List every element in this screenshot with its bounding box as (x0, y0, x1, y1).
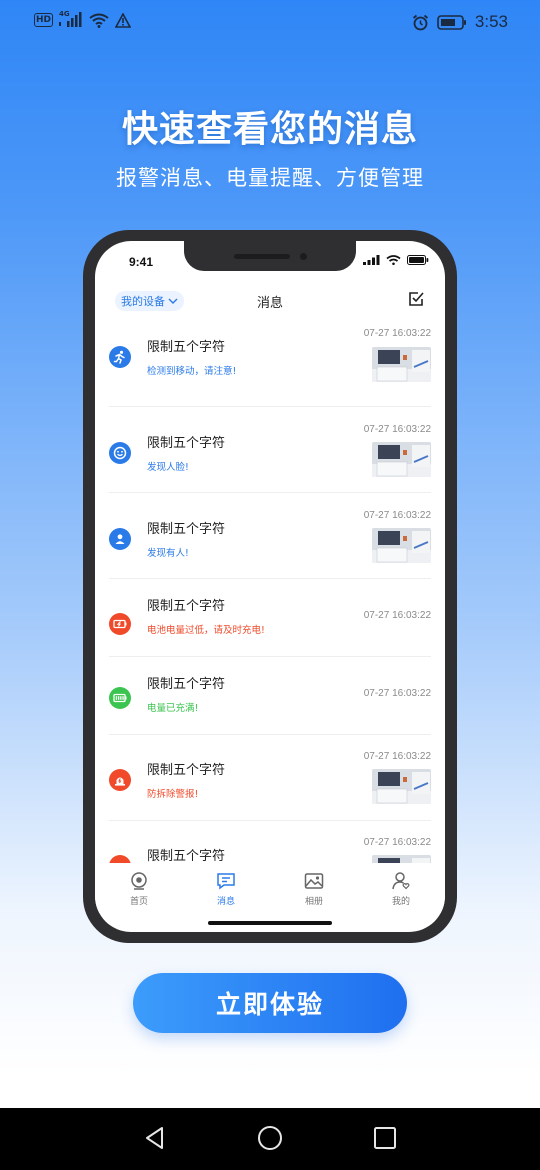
phone-mockup: 9:41 我的设备 消息 限制五个字符 检测到移动，请注意! 07-27 16: (83, 230, 457, 943)
status-bar: HD 4G 3:53 (0, 0, 540, 46)
message-thumbnail[interactable] (372, 855, 431, 863)
person-icon (109, 528, 131, 550)
home-circle-icon[interactable] (257, 1125, 283, 1151)
tab-profile[interactable]: 我的 (371, 871, 431, 907)
wifi-icon (386, 255, 401, 265)
message-item[interactable]: 限制五个字符 07-27 16:03:22 (109, 821, 431, 863)
message-desc: 检测到移动，请注意! (147, 366, 237, 377)
message-title: 限制五个字符 (147, 849, 226, 863)
page-title: 消息 (256, 296, 283, 311)
system-nav-bar (0, 1108, 540, 1170)
message-time: 07-27 16:03:22 (363, 424, 431, 435)
wifi-icon (89, 13, 109, 28)
tamper-alarm-icon (109, 855, 131, 863)
message-thumbnail[interactable] (372, 442, 431, 477)
message-item[interactable]: 限制五个字符 防拆除警报! 07-27 16:03:22 (109, 735, 431, 821)
headline: 快速查看您的消息 (121, 109, 418, 150)
message-thumbnail[interactable] (372, 347, 431, 382)
message-title: 限制五个字符 (147, 763, 226, 778)
message-desc: 防拆除警报! (147, 789, 199, 800)
message-item[interactable]: 限制五个字符 发现有人! 07-27 16:03:22 (109, 493, 431, 579)
battery-icon (437, 14, 466, 30)
alarm-clock-icon (412, 14, 428, 30)
mock-status-icons (363, 255, 429, 265)
message-title: 限制五个字符 (147, 677, 226, 692)
tab-bar: 首页 消息 相册 我的 (95, 863, 445, 913)
cellular-signal-icon: 4G (59, 10, 83, 28)
tab-home[interactable]: 首页 (109, 871, 169, 907)
message-thumbnail[interactable] (372, 769, 431, 804)
phone-notch (184, 241, 356, 271)
message-time: 07-27 16:03:22 (363, 610, 431, 621)
warning-icon (115, 12, 132, 28)
mock-status-time: 9:41 (129, 255, 154, 269)
app-header: 我的设备 消息 (95, 287, 445, 319)
message-title: 限制五个字符 (147, 522, 226, 537)
hd-icon: HD (34, 13, 54, 27)
face-icon (109, 442, 131, 464)
message-time: 07-27 16:03:22 (363, 751, 431, 762)
tamper-alarm-icon (109, 769, 131, 791)
profile-icon (392, 872, 410, 890)
phone-screen: 9:41 我的设备 消息 限制五个字符 检测到移动，请注意! 07-27 16: (95, 241, 445, 932)
album-icon (304, 873, 324, 889)
message-item[interactable]: 限制五个字符 检测到移动，请注意! 07-27 16:03:22 (109, 321, 431, 407)
message-time: 07-27 16:03:22 (363, 328, 431, 339)
message-list: 限制五个字符 检测到移动，请注意! 07-27 16:03:22 限制五个字符 … (95, 321, 445, 863)
message-item[interactable]: 限制五个字符 电池电量过低，请及时充电! 07-27 16:03:22 (109, 579, 431, 657)
message-item[interactable]: 限制五个字符 电量已充满! 07-27 16:03:22 (109, 657, 431, 735)
message-desc: 电量已充满! (147, 703, 199, 714)
battery-icon (407, 255, 429, 265)
message-title: 限制五个字符 (147, 340, 226, 355)
recents-icon[interactable] (372, 1125, 398, 1151)
clock: 3:53 (474, 12, 508, 31)
home-icon (131, 872, 147, 890)
edit-check-icon[interactable] (407, 290, 425, 308)
message-icon (217, 873, 235, 890)
message-time: 07-27 16:03:22 (363, 510, 431, 521)
message-title: 限制五个字符 (147, 436, 226, 451)
battery-low-icon (109, 613, 131, 635)
message-title: 限制五个字符 (147, 599, 226, 614)
message-desc: 电池电量过低，请及时充电! (147, 625, 265, 636)
tab-messages[interactable]: 消息 (196, 871, 256, 907)
subheadline: 报警消息、电量提醒、方便管理 (116, 166, 424, 190)
motion-icon (109, 346, 131, 368)
message-desc: 发现人脸! (147, 462, 189, 473)
message-thumbnail[interactable] (372, 528, 431, 563)
tab-album[interactable]: 相册 (284, 871, 344, 907)
home-indicator (208, 921, 332, 925)
message-time: 07-27 16:03:22 (363, 688, 431, 699)
back-icon[interactable] (142, 1125, 168, 1151)
try-now-button[interactable]: 立即体验 (133, 973, 407, 1033)
battery-full-icon (109, 687, 131, 709)
message-item[interactable]: 限制五个字符 发现人脸! 07-27 16:03:22 (109, 407, 431, 493)
message-time: 07-27 16:03:22 (363, 837, 431, 848)
signal-icon (363, 255, 380, 265)
message-desc: 发现有人! (147, 548, 189, 559)
